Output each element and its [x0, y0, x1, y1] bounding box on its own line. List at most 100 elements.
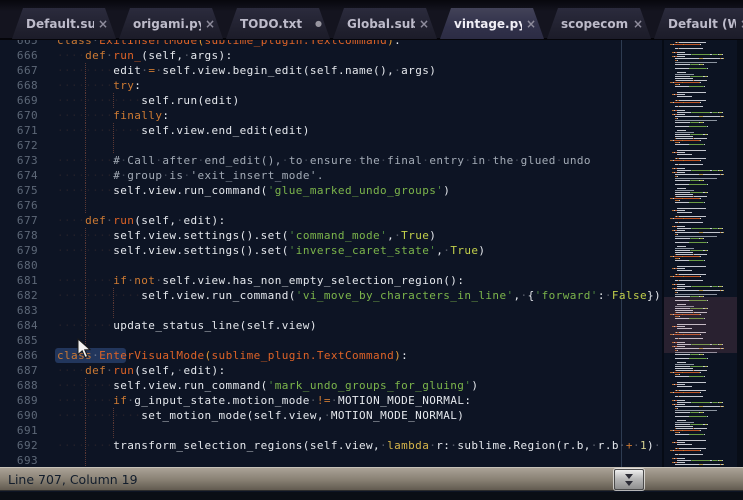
code-text: ····def·run(self,·edit): — [57, 363, 226, 378]
indent-guide — [85, 303, 86, 318]
sublime-text-window: Default.sublim × origami.py × TODO.txt ● Globa… — [0, 0, 743, 500]
line-number: 669 — [0, 93, 38, 108]
code-line-682[interactable]: 682············self.view.run_command('vi… — [0, 288, 662, 303]
tab-origami-py[interactable]: origami.py × — [119, 8, 223, 39]
dirty-dot-icon: ● — [315, 19, 322, 28]
line-number: 685 — [0, 333, 38, 348]
code-line-666[interactable]: 666 ····def·run_(self,·args): — [0, 48, 662, 63]
code-line-672[interactable]: 672 — [0, 138, 662, 153]
tab-default-sublim[interactable]: Default.sublim × — [12, 8, 116, 39]
code-line-677[interactable]: 677····def·run(self,·edit): — [0, 213, 662, 228]
code-line-687[interactable]: 687 ····def·run(self,·edit): — [0, 363, 662, 378]
code-line-693[interactable]: 693 — [0, 453, 662, 467]
line-number: 687 — [0, 363, 38, 378]
line-number: 683 — [0, 303, 38, 318]
line-number: 672 — [0, 138, 38, 153]
code-line-679[interactable]: 679········self.view.settings().set('inv… — [0, 243, 662, 258]
code-text: ········transform_selection_regions(self… — [57, 438, 662, 453]
line-number: 686 — [0, 348, 38, 363]
code-line-670[interactable]: 670 ········finally: — [0, 108, 662, 123]
code-line-690[interactable]: 690············set_motion_mode(self.view… — [0, 408, 662, 423]
line-number: 666 — [0, 48, 38, 63]
scroll-down-button[interactable] — [614, 469, 644, 490]
tab-vintage-py[interactable]: vintage.py × — [440, 8, 544, 39]
code-line-686[interactable]: 686class·EnterVisualMode(sublime_plugin.… — [0, 348, 662, 363]
code-text: ············self.run(edit) — [57, 93, 240, 108]
code-line-669[interactable]: 669 ············self.run(edit) — [0, 93, 662, 108]
code-line-668[interactable]: 668········try: — [0, 78, 662, 93]
code-text: ········if·not·self.view.has_non_empty_s… — [57, 273, 464, 288]
code-line-678[interactable]: 678 ········self.view.settings().set('com… — [0, 228, 662, 243]
tab-label: Default.sublim — [26, 17, 94, 31]
indent-guide — [85, 333, 86, 348]
code-line-684[interactable]: 684 ········update_status_line(self.view) — [0, 318, 662, 333]
code-text: ········update_status_line(self.view) — [57, 318, 317, 333]
minimap-viewport[interactable] — [664, 297, 743, 353]
tab-label: vintage.py — [454, 17, 522, 31]
tab-close-icon[interactable]: × — [526, 17, 536, 31]
code-line-674[interactable]: 674········#·group·is·'exit_insert_mode'… — [0, 168, 662, 183]
code-text: ········self.view.run_command('mark_undo… — [57, 378, 478, 393]
code-line-689[interactable]: 689········if·g_input_state.motion_mode·… — [0, 393, 662, 408]
tab-global-sublime[interactable]: Global.sublime × — [333, 8, 437, 39]
tab-bar: Default.sublim × origami.py × TODO.txt ● Globa… — [0, 0, 743, 40]
code-text: ············self.view.end_edit(edit) — [57, 123, 310, 138]
tab-close-icon[interactable]: × — [205, 17, 215, 31]
code-line-675[interactable]: 675 ········self.view.run_command('glue_m… — [0, 183, 662, 198]
code-line-673[interactable]: 673········#·Call·after·end_edit(),·to·e… — [0, 153, 662, 168]
code-line-665[interactable]: 665 class·ExitInsertMode(sublime_plugin.T… — [0, 40, 662, 48]
tab-close-icon[interactable]: × — [633, 17, 643, 31]
code-line-691[interactable]: 691 — [0, 423, 662, 438]
code-lines: 665 class·ExitInsertMode(sublime_plugin.T… — [0, 40, 662, 467]
line-number: 676 — [0, 198, 38, 213]
code-line-692[interactable]: 692········transform_selection_regions(s… — [0, 438, 662, 453]
line-number: 681 — [0, 273, 38, 288]
indent-guide — [85, 258, 86, 273]
line-number: 691 — [0, 423, 38, 438]
line-number: 671 — [0, 123, 38, 138]
tab-default-windo[interactable]: Default (Windo× — [654, 8, 743, 39]
line-number: 670 — [0, 108, 38, 123]
line-number: 684 — [0, 318, 38, 333]
code-text: class·ExitInsertMode(sublime_plugin.Text… — [57, 40, 401, 48]
code-line-667[interactable]: 667········edit·=·self.view.begin_edit(s… — [0, 63, 662, 78]
code-line-671[interactable]: 671 ············self.view.end_edit(edit) — [0, 123, 662, 138]
indent-guide — [85, 453, 86, 467]
code-editor[interactable]: 665 class·ExitInsertMode(sublime_plugin.T… — [0, 40, 662, 467]
line-number: 668 — [0, 78, 38, 93]
code-text: ········finally: — [57, 108, 169, 123]
tab-close-icon[interactable]: × — [419, 17, 429, 31]
code-text: ········#·Call·after·end_edit(),·to·ensu… — [57, 153, 591, 168]
status-bar: Line 707, Column 19 — [0, 467, 743, 491]
tab-label: TODO.txt — [240, 17, 309, 31]
line-number: 678 — [0, 228, 38, 243]
line-number: 679 — [0, 243, 38, 258]
code-line-683[interactable]: 683 — [0, 303, 662, 318]
line-number: 688 — [0, 378, 38, 393]
code-line-685[interactable]: 685 — [0, 333, 662, 348]
indent-guide — [85, 198, 86, 213]
tab-todo-txt[interactable]: TODO.txt ● — [226, 8, 330, 39]
line-number: 665 — [0, 40, 38, 48]
code-text: ············set_motion_mode(self.view,·M… — [57, 408, 464, 423]
code-text: ············self.view.run_command('vi_mo… — [57, 288, 661, 303]
line-number: 667 — [0, 63, 38, 78]
cursor-position-status: Line 707, Column 19 — [0, 472, 138, 487]
line-number: 675 — [0, 183, 38, 198]
tab-label: scopecommand — [561, 17, 629, 31]
code-text: ········self.view.run_command('glue_mark… — [57, 183, 450, 198]
minimap[interactable] — [662, 40, 743, 467]
code-line-681[interactable]: 681 ········if·not·self.view.has_non_empt… — [0, 273, 662, 288]
tab-label: origami.py — [133, 17, 201, 31]
code-line-688[interactable]: 688 ········self.view.run_command('mark_u… — [0, 378, 662, 393]
down-arrow-icon — [625, 481, 633, 486]
code-line-680[interactable]: 680 — [0, 258, 662, 273]
code-text: ········self.view.settings().set('comman… — [57, 228, 436, 243]
tab-close-icon[interactable]: × — [98, 17, 108, 31]
code-line-676[interactable]: 676 — [0, 198, 662, 213]
tab-label: Global.sublime — [347, 17, 415, 31]
code-text: ····def·run_(self,·args): — [57, 48, 233, 63]
right-edge-strip — [737, 40, 743, 467]
tab-scopecommand[interactable]: scopecommand × — [547, 8, 651, 39]
indent-guide — [85, 138, 86, 153]
